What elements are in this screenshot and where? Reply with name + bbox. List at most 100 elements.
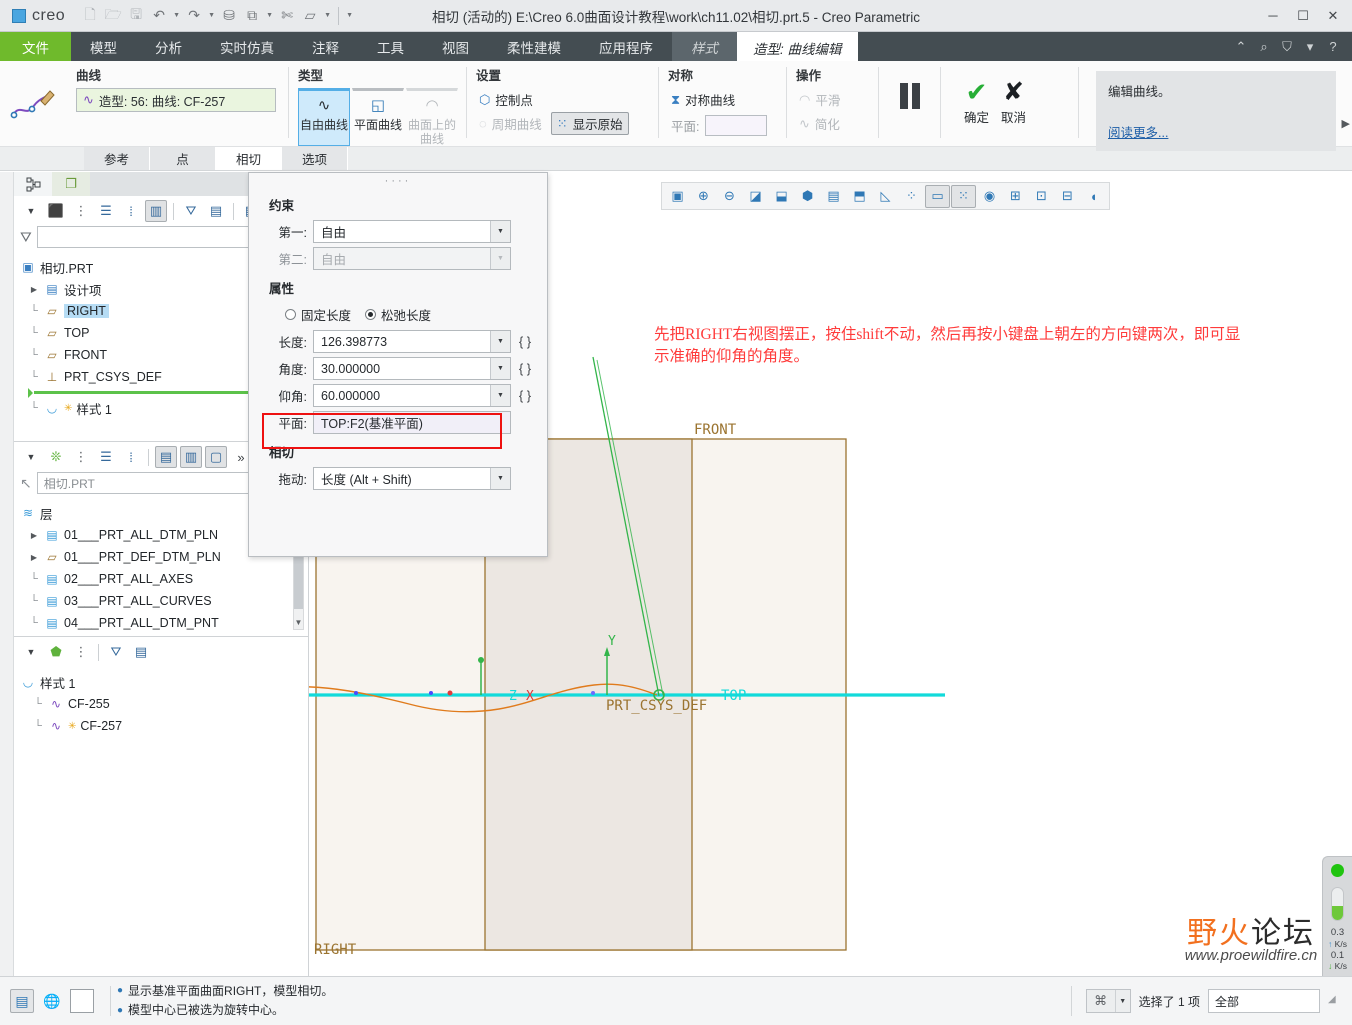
menu-item-annotate[interactable]: 注释 (293, 32, 358, 61)
menu-item-realtime-sim[interactable]: 实时仿真 (201, 32, 293, 61)
menu-item-model[interactable]: 模型 (71, 32, 136, 61)
folder-browser-tab[interactable]: ❐ (52, 172, 90, 196)
scrollbar-thumb[interactable] (294, 553, 303, 609)
menu-item-analysis[interactable]: 分析 (136, 32, 201, 61)
regenerate-icon[interactable]: ⛁ (218, 5, 240, 27)
elevation-input[interactable]: 60.000000 ▼ (313, 384, 511, 407)
model-tree-tab[interactable] (14, 172, 52, 196)
length-param-braces[interactable]: { } (517, 334, 533, 349)
minimize-button[interactable]: ─ (1258, 3, 1288, 29)
menu-item-applications[interactable]: 应用程序 (580, 32, 672, 61)
new-file-icon[interactable]: 🗋 (79, 5, 101, 27)
chevron-down-icon[interactable]: ▼ (490, 468, 510, 489)
tab-points[interactable]: 点 (150, 147, 216, 170)
appearance-icon[interactable]: ▱ (299, 5, 321, 27)
menu-item-view[interactable]: 视图 (423, 32, 488, 61)
curve-collector-field[interactable]: ∿ 造型: 56: 曲线: CF-257 (76, 88, 276, 112)
symmetry-plane-field[interactable] (705, 115, 768, 136)
appearance-dropdown-icon[interactable]: ▼ (322, 5, 333, 27)
help-read-more-link[interactable]: 阅读更多... (1108, 122, 1168, 141)
layer-overflow-icon[interactable]: ⋮ (70, 446, 92, 468)
close-button[interactable]: ✕ (1318, 3, 1348, 29)
redo-icon[interactable]: ↷ (183, 5, 205, 27)
navigator-strip[interactable] (0, 172, 14, 976)
tab-tangent[interactable]: 相切 (216, 147, 282, 170)
first-constraint-select[interactable]: 自由 ▼ (313, 220, 511, 243)
layer-select-icon[interactable]: ▢ (205, 446, 227, 468)
scroll-down-icon[interactable]: ▼ (294, 616, 303, 629)
undo-icon[interactable]: ↶ (148, 5, 170, 27)
layers-stack-icon[interactable]: ❊ (45, 446, 67, 468)
style-filter-icon[interactable]: ⛛ (105, 641, 127, 663)
learning-icon[interactable]: ⛉ (1277, 39, 1297, 55)
resize-grip-icon[interactable]: ◢ (1328, 994, 1342, 1008)
save-icon[interactable]: 🖫 (125, 5, 147, 27)
blank-panel-icon[interactable] (70, 989, 94, 1013)
drag-mode-select[interactable]: 长度 (Alt + Shift) ▼ (313, 467, 511, 490)
type-free-curve-button[interactable]: ∿ 自由曲线 (298, 88, 350, 146)
tangent-properties-dialog[interactable]: ···· 约束 第一: 自由 ▼ 第二: 自由 ▼ 属性 固定长度 松弛长度 长… (248, 172, 548, 557)
layer-show-icon[interactable]: ▤ (155, 446, 177, 468)
style-item-cf255[interactable]: └ ∿ CF-255 (20, 693, 308, 715)
show-original-button[interactable]: ⁙ 显示原始 (550, 112, 629, 135)
angle-param-braces[interactable]: { } (517, 361, 533, 376)
plane-value-field[interactable]: TOP:F2(基准平面) (313, 411, 511, 434)
angle-input[interactable]: 30.000000 ▼ (313, 357, 511, 380)
dialog-drag-grip[interactable]: ···· (249, 173, 547, 189)
chevron-down-icon[interactable]: ▼ (490, 358, 510, 379)
model-info-icon[interactable]: ▤ (10, 989, 34, 1013)
type-planar-curve-button[interactable]: ◱ 平面曲线 (352, 88, 404, 146)
tree-filter-icon[interactable]: ⛛ (180, 200, 202, 222)
selection-tool-button[interactable]: ⌘ ▼ (1085, 989, 1131, 1013)
menu-item-file[interactable]: 文件 (0, 32, 71, 61)
model-cube-icon[interactable]: ⬛ (45, 200, 67, 222)
control-points-button[interactable]: ⬡ 控制点 (476, 88, 536, 111)
menu-item-style[interactable]: 样式 (672, 32, 737, 61)
redo-dropdown-icon[interactable]: ▼ (206, 5, 217, 27)
window-icon[interactable]: ⧉ (241, 5, 263, 27)
layer-item-3[interactable]: └ ▤ 03___PRT_ALL_CURVES (20, 590, 308, 612)
collapse-all-icon[interactable]: ⁞ (120, 200, 142, 222)
chevron-down-icon[interactable]: ▾ (1300, 39, 1320, 55)
help-expand-icon[interactable]: ▶ (1342, 117, 1350, 130)
tab-references[interactable]: 参考 (84, 147, 150, 170)
tree-settings-icon[interactable]: ▤ (205, 200, 227, 222)
layer-isolate-icon[interactable]: ▥ (180, 446, 202, 468)
radio-relaxed-length[interactable]: 松弛长度 (365, 305, 431, 324)
undo-dropdown-icon[interactable]: ▼ (171, 5, 182, 27)
length-input[interactable]: 126.398773 ▼ (313, 330, 511, 353)
tab-options[interactable]: 选项 (282, 147, 348, 170)
menu-item-curve-edit-context[interactable]: 造型: 曲线编辑 (737, 32, 858, 61)
elevation-param-braces[interactable]: { } (517, 388, 533, 403)
window-dropdown-icon[interactable]: ▼ (264, 5, 275, 27)
qat-overflow-icon[interactable]: ▼ (344, 5, 355, 27)
style-root[interactable]: ◡ 样式 1 (20, 671, 308, 693)
search-icon[interactable]: ⌕ (1254, 39, 1274, 55)
expand-all-icon[interactable]: ☰ (95, 200, 117, 222)
chevron-right-icon[interactable]: ▶ (28, 285, 40, 294)
cancel-button[interactable]: ✘ 取消 (1001, 80, 1026, 126)
layer-expand-icon[interactable]: ☰ (95, 446, 117, 468)
chevron-down-icon[interactable]: ▼ (1114, 990, 1130, 1012)
open-file-icon[interactable]: 🗁 (102, 5, 124, 27)
layer-menu-caret-icon[interactable]: ▼ (20, 446, 42, 468)
style-item-cf257[interactable]: └ ∿ ✳ CF-257 (20, 715, 308, 737)
style-menu-caret-icon[interactable]: ▼ (20, 641, 42, 663)
chevron-down-icon[interactable]: ▼ (490, 385, 510, 406)
tree-columns-icon[interactable]: ▥ (145, 200, 167, 222)
menu-item-tools[interactable]: 工具 (358, 32, 423, 61)
layer-item-4[interactable]: └ ▤ 04___PRT_ALL_DTM_PNT (20, 612, 308, 634)
pause-button[interactable] (888, 65, 932, 127)
style-surface-icon[interactable]: ⬟ (45, 641, 67, 663)
maximize-button[interactable]: ☐ (1288, 3, 1318, 29)
chevron-down-icon[interactable]: ▼ (490, 221, 510, 242)
globe-icon[interactable]: 🌐 (40, 989, 64, 1013)
selection-filter-select[interactable]: 全部 (1208, 989, 1320, 1013)
menu-item-flexible-modeling[interactable]: 柔性建模 (488, 32, 580, 61)
help-icon[interactable]: ? (1323, 39, 1343, 54)
chevron-right-icon[interactable]: ▶ (28, 531, 40, 540)
symmetric-curve-button[interactable]: ⧗ 对称曲线 (668, 88, 738, 111)
chevron-right-icon[interactable]: ▶ (28, 553, 40, 562)
close-window-icon[interactable]: ✄ (276, 5, 298, 27)
chevron-down-icon[interactable]: ▼ (490, 331, 510, 352)
